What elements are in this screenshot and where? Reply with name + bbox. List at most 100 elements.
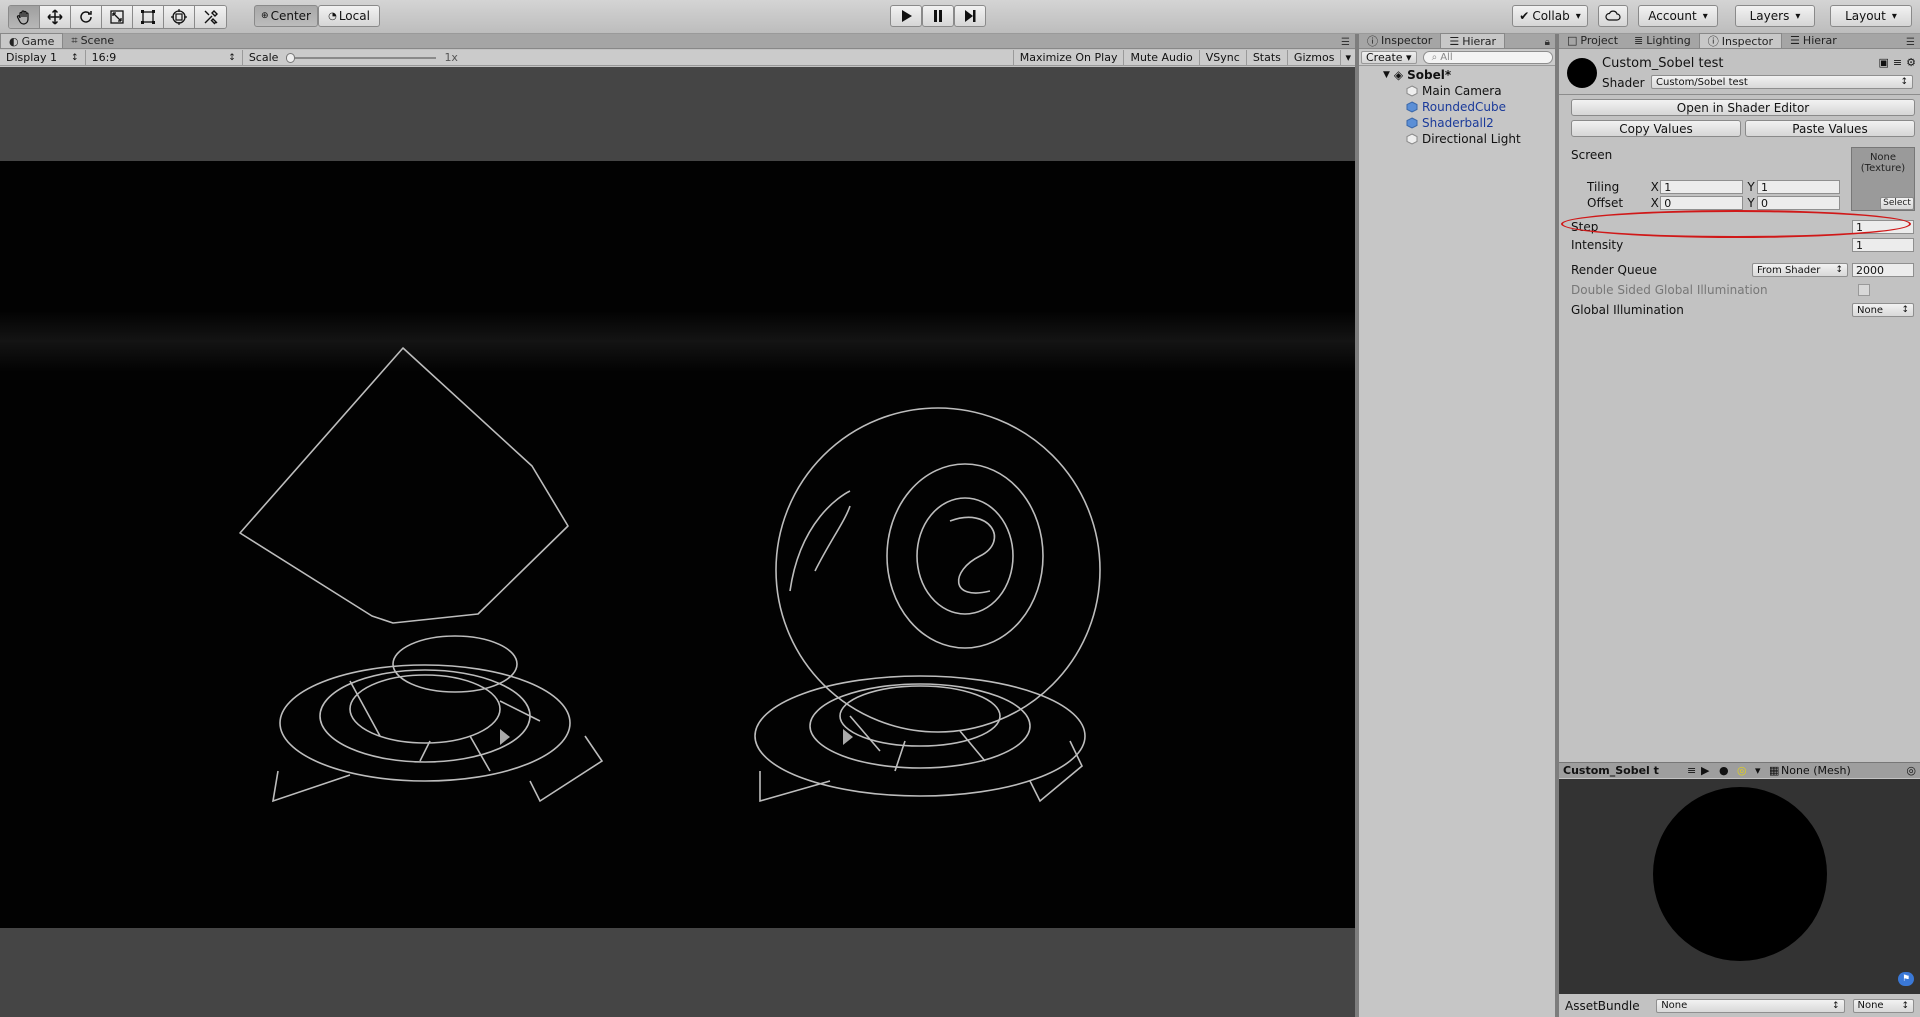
scale-control: Scale 1x bbox=[243, 49, 1014, 66]
prefab-icon bbox=[1406, 101, 1418, 113]
gizmos-arrow-icon[interactable]: ▾ bbox=[1341, 50, 1355, 66]
gameobject-icon bbox=[1406, 85, 1418, 97]
cloud-button[interactable] bbox=[1598, 5, 1628, 27]
move-icon[interactable] bbox=[40, 6, 71, 28]
scene-icon: ⌗ bbox=[71, 33, 78, 47]
global-illumination-property: Global Illumination None bbox=[1571, 302, 1914, 318]
pause-button[interactable] bbox=[922, 5, 954, 27]
tab-hierarchy[interactable]: ☰ Hierar bbox=[1782, 33, 1845, 48]
expand-arrow-icon: ▼ bbox=[1383, 70, 1390, 80]
tab-inspector[interactable]: ⓘ Inspector bbox=[1698, 33, 1783, 48]
preview-mesh-field[interactable]: None (Mesh) bbox=[1781, 764, 1869, 777]
check-icon: ✔ bbox=[1519, 9, 1530, 23]
play-button[interactable] bbox=[890, 5, 922, 27]
tag-icon[interactable]: ⚑ bbox=[1898, 972, 1914, 986]
hierarchy-search-input[interactable]: ⌕ All bbox=[1422, 51, 1553, 64]
tab-game[interactable]: ◐ Game bbox=[0, 33, 64, 48]
offset-x-field[interactable]: 0 bbox=[1660, 196, 1744, 210]
assetbundle-variant-select[interactable]: None bbox=[1852, 998, 1914, 1013]
folder-icon: □ bbox=[1567, 34, 1578, 47]
scale-slider[interactable] bbox=[286, 52, 437, 63]
hand-icon[interactable] bbox=[9, 6, 40, 28]
material-preview[interactable]: ⚑ bbox=[1559, 779, 1920, 1017]
gameobject-icon bbox=[1406, 133, 1418, 145]
light-icon[interactable]: ◎ bbox=[1737, 764, 1755, 777]
pivot-center-button[interactable]: ⊕ Center bbox=[254, 5, 318, 27]
preview-sphere bbox=[1653, 787, 1827, 961]
book-icon[interactable]: ▣ bbox=[1879, 56, 1889, 69]
tab-lighting[interactable]: ≣ Lighting bbox=[1626, 33, 1699, 48]
unity-scene-icon: ◈ bbox=[1393, 68, 1404, 82]
rect-icon[interactable] bbox=[133, 6, 164, 28]
offset-row: Offset X 0 Y 0 bbox=[1587, 195, 1841, 211]
cloud-icon bbox=[1605, 10, 1621, 21]
tab-hierarchy[interactable]: ☰ Hierar bbox=[1440, 33, 1506, 48]
global-illumination-select[interactable]: None bbox=[1852, 303, 1914, 317]
render-queue-property: Render Queue From Shader 2000 bbox=[1571, 262, 1914, 278]
panel-menu-icon[interactable]: ☰ bbox=[1901, 37, 1920, 48]
tab-project[interactable]: □ Project bbox=[1559, 33, 1626, 48]
maximize-on-play-toggle[interactable]: Maximize On Play bbox=[1014, 49, 1125, 66]
open-shader-editor-button[interactable]: Open in Shader Editor bbox=[1571, 99, 1915, 116]
vsync-toggle[interactable]: VSync bbox=[1200, 49, 1247, 66]
tiling-y-field[interactable]: 1 bbox=[1756, 180, 1841, 194]
paste-values-button[interactable]: Paste Values bbox=[1745, 120, 1915, 137]
scene-row[interactable]: ▼ ◈ Sobel* bbox=[1359, 67, 1555, 83]
tab-scene[interactable]: ⌗ Scene bbox=[63, 33, 122, 48]
target-icon[interactable]: ◎ bbox=[1906, 764, 1920, 777]
pause-icon bbox=[934, 10, 942, 22]
mute-audio-toggle[interactable]: Mute Audio bbox=[1124, 49, 1200, 66]
sphere-icon[interactable]: ● bbox=[1719, 764, 1737, 777]
hierarchy-item[interactable]: Directional Light bbox=[1359, 131, 1555, 147]
step-icon bbox=[965, 10, 976, 22]
preview-header: Custom_Sobel t ≡ ▶ ● ◎ ▾ ▦ None (Mesh) ◎ bbox=[1559, 762, 1920, 778]
header-icons: ▣ ≡ ⚙ bbox=[1879, 56, 1917, 69]
hierarchy-tab-bar: ⓘ Inspector ☰ Hierar 🔒︎ bbox=[1359, 33, 1555, 49]
game-view[interactable] bbox=[0, 67, 1355, 1017]
assetbundle-select[interactable]: None bbox=[1656, 998, 1845, 1013]
step-button[interactable] bbox=[954, 5, 986, 27]
display-select[interactable]: Display 1 bbox=[0, 49, 86, 66]
render-queue-field[interactable]: 2000 bbox=[1852, 263, 1914, 277]
dropdown-arrow-icon[interactable]: ▾ bbox=[1755, 764, 1769, 777]
lock-icon[interactable]: 🔒︎ bbox=[1540, 37, 1555, 48]
scale-icon[interactable] bbox=[102, 6, 133, 28]
hierarchy-item[interactable]: Main Camera bbox=[1359, 83, 1555, 99]
aspect-select[interactable]: 16:9 bbox=[86, 49, 243, 66]
preset-icon[interactable]: ≡ bbox=[1893, 56, 1902, 69]
collab-dropdown[interactable]: ✔ Collab bbox=[1512, 5, 1588, 27]
mesh-icon: ▦ bbox=[1769, 764, 1780, 777]
transform-icon[interactable] bbox=[164, 6, 195, 28]
offset-y-field[interactable]: 0 bbox=[1756, 196, 1841, 210]
custom-tool-icon[interactable] bbox=[195, 6, 226, 28]
layers-dropdown[interactable]: Layers bbox=[1735, 5, 1815, 27]
copy-values-button[interactable]: Copy Values bbox=[1571, 120, 1741, 137]
drag-handle-icon[interactable]: ≡ bbox=[1687, 764, 1701, 777]
layout-dropdown[interactable]: Layout bbox=[1830, 5, 1912, 27]
sobel-render-image bbox=[0, 311, 1355, 803]
texture-select-button[interactable]: Select bbox=[1880, 197, 1914, 210]
render-queue-mode-select[interactable]: From Shader bbox=[1752, 263, 1848, 277]
space-local-button[interactable]: ◔ Local bbox=[318, 5, 380, 27]
play-icon[interactable]: ▶ bbox=[1701, 764, 1719, 777]
create-dropdown[interactable]: Create ▾ bbox=[1361, 51, 1417, 64]
tab-inspector[interactable]: ⓘ Inspector bbox=[1359, 33, 1440, 48]
hierarchy-item[interactable]: RoundedCube bbox=[1359, 99, 1555, 115]
hierarchy-item[interactable]: Shaderball2 bbox=[1359, 115, 1555, 131]
shader-label: Shader bbox=[1602, 76, 1645, 90]
gizmos-dropdown[interactable]: Gizmos bbox=[1288, 49, 1342, 66]
texture-slot[interactable]: None (Texture) Select bbox=[1851, 147, 1915, 211]
inspector-tab-bar: □ Project ≣ Lighting ⓘ Inspector ☰ Hierar ☰ bbox=[1559, 33, 1920, 49]
account-dropdown[interactable]: Account bbox=[1638, 5, 1718, 27]
double-sided-gi-checkbox[interactable] bbox=[1858, 284, 1870, 296]
stats-toggle[interactable]: Stats bbox=[1247, 49, 1288, 66]
assetbundle-bar: AssetBundle None None bbox=[1559, 994, 1920, 1017]
shader-select[interactable]: Custom/Sobel test bbox=[1651, 75, 1913, 89]
double-sided-gi-property: Double Sided Global Illumination bbox=[1571, 282, 1914, 298]
scale-slider-thumb[interactable] bbox=[286, 52, 296, 63]
intensity-field[interactable]: 1 bbox=[1852, 238, 1914, 252]
gear-icon[interactable]: ⚙ bbox=[1906, 56, 1916, 69]
panel-menu-icon[interactable]: ☰ bbox=[1336, 37, 1355, 48]
rotate-icon[interactable] bbox=[71, 6, 102, 28]
tiling-x-field[interactable]: 1 bbox=[1660, 180, 1744, 194]
